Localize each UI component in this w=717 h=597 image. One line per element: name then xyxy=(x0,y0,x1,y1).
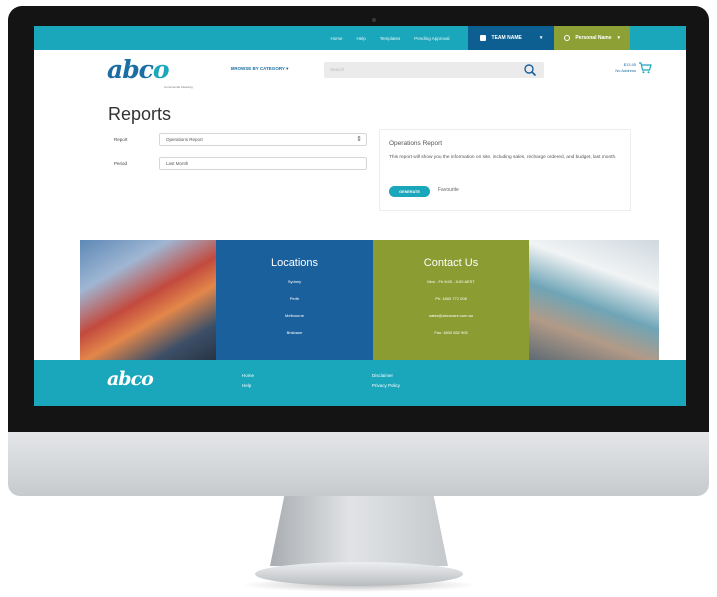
period-label: Period xyxy=(114,161,128,166)
abco-logo[interactable]: abco xyxy=(107,56,170,84)
card-description: This report will show you the informatio… xyxy=(389,155,617,160)
contact-hours: Mon - Fri 8:00 - 5:00 AEST xyxy=(427,279,475,284)
browse-category-dropdown[interactable]: BROWSE BY CATEGORY ▾ xyxy=(231,66,288,72)
favourite-link[interactable]: Favourite xyxy=(438,187,459,193)
footer-link-privacy[interactable]: Privacy Policy xyxy=(372,383,400,388)
location-link[interactable]: Sydney xyxy=(216,273,373,290)
footer-link-help[interactable]: Help xyxy=(242,383,251,388)
generate-button[interactable]: GENERATE xyxy=(389,186,430,197)
info-band: Locations Sydney Perth Melbourne Brisban… xyxy=(34,240,686,360)
site-header: abco Commercial Cleaning BROWSE BY CATEG… xyxy=(34,50,686,102)
contact-email[interactable]: sales@abcocare.com.au xyxy=(373,307,529,324)
team-name: TEAM NAME xyxy=(491,35,522,41)
search-input[interactable]: Search xyxy=(324,62,544,78)
period-input[interactable]: Last Month xyxy=(159,157,367,170)
footer-link-home[interactable]: Home xyxy=(242,373,254,378)
team-selector[interactable]: TEAM NAME ▾ xyxy=(467,26,555,50)
locations-panel: Locations Sydney Perth Melbourne Brisban… xyxy=(216,240,373,360)
top-nav-bar: Home Help Templates Pending Approval TEA… xyxy=(34,26,686,50)
team-icon xyxy=(479,35,486,41)
personal-name: Personal Name xyxy=(575,35,612,41)
report-select-value: Operations Report xyxy=(166,137,203,142)
location-link[interactable]: Brisbane xyxy=(216,324,373,341)
imac-mockup: Home Help Templates Pending Approval TEA… xyxy=(0,0,717,597)
period-input-value: Last Month xyxy=(166,161,189,166)
monitor-chin xyxy=(8,432,709,496)
contact-fax: Fax: 1800 652 905 xyxy=(434,330,468,335)
footer-link-disclaimer[interactable]: Disclaimer xyxy=(372,373,393,378)
team-photo-left xyxy=(80,240,216,360)
card-title: Operations Report xyxy=(389,140,443,147)
personal-menu[interactable]: Personal Name ▾ xyxy=(554,26,630,50)
report-label: Report xyxy=(114,137,128,142)
camera-dot xyxy=(372,18,376,22)
select-arrows-icon: ⇕ xyxy=(356,136,362,143)
cart-summary[interactable]: $13.45 No Address xyxy=(602,62,636,74)
report-select[interactable]: Operations Report ⇕ xyxy=(159,133,367,146)
contact-panel: Contact Us Mon - Fri 8:00 - 5:00 AEST Ph… xyxy=(373,240,529,360)
nav-link-pending-approval[interactable]: Pending Approval xyxy=(414,36,449,41)
contact-phone[interactable]: Ph: 1800 772 006 xyxy=(373,290,529,307)
site-footer: abco Home Help Disclaimer Privacy Policy xyxy=(34,360,686,406)
search-icon[interactable] xyxy=(523,63,537,77)
nav-link-help[interactable]: Help xyxy=(356,36,365,41)
report-info-card: Operations Report This report will show … xyxy=(379,129,631,211)
location-link[interactable]: Perth xyxy=(216,290,373,307)
screen: Home Help Templates Pending Approval TEA… xyxy=(34,26,686,406)
page-title: Reports xyxy=(108,104,172,124)
contact-title: Contact Us xyxy=(423,257,479,269)
monitor-stand xyxy=(270,496,448,566)
location-link[interactable]: Melbourne xyxy=(216,307,373,324)
chevron-down-icon: ▾ xyxy=(539,35,543,41)
user-icon xyxy=(564,35,571,41)
locations-title: Locations xyxy=(270,257,319,269)
nav-link-templates[interactable]: Templates xyxy=(380,36,401,41)
footer-logo[interactable]: abco xyxy=(107,368,154,390)
search-placeholder: Search xyxy=(330,67,345,72)
office-photo-right xyxy=(529,240,659,360)
logo-tagline: Commercial Cleaning xyxy=(164,85,193,89)
monitor-base xyxy=(255,562,463,586)
cart-icon[interactable] xyxy=(638,62,652,74)
nav-link-home[interactable]: Home xyxy=(330,36,342,41)
chevron-down-icon: ▾ xyxy=(617,35,620,41)
